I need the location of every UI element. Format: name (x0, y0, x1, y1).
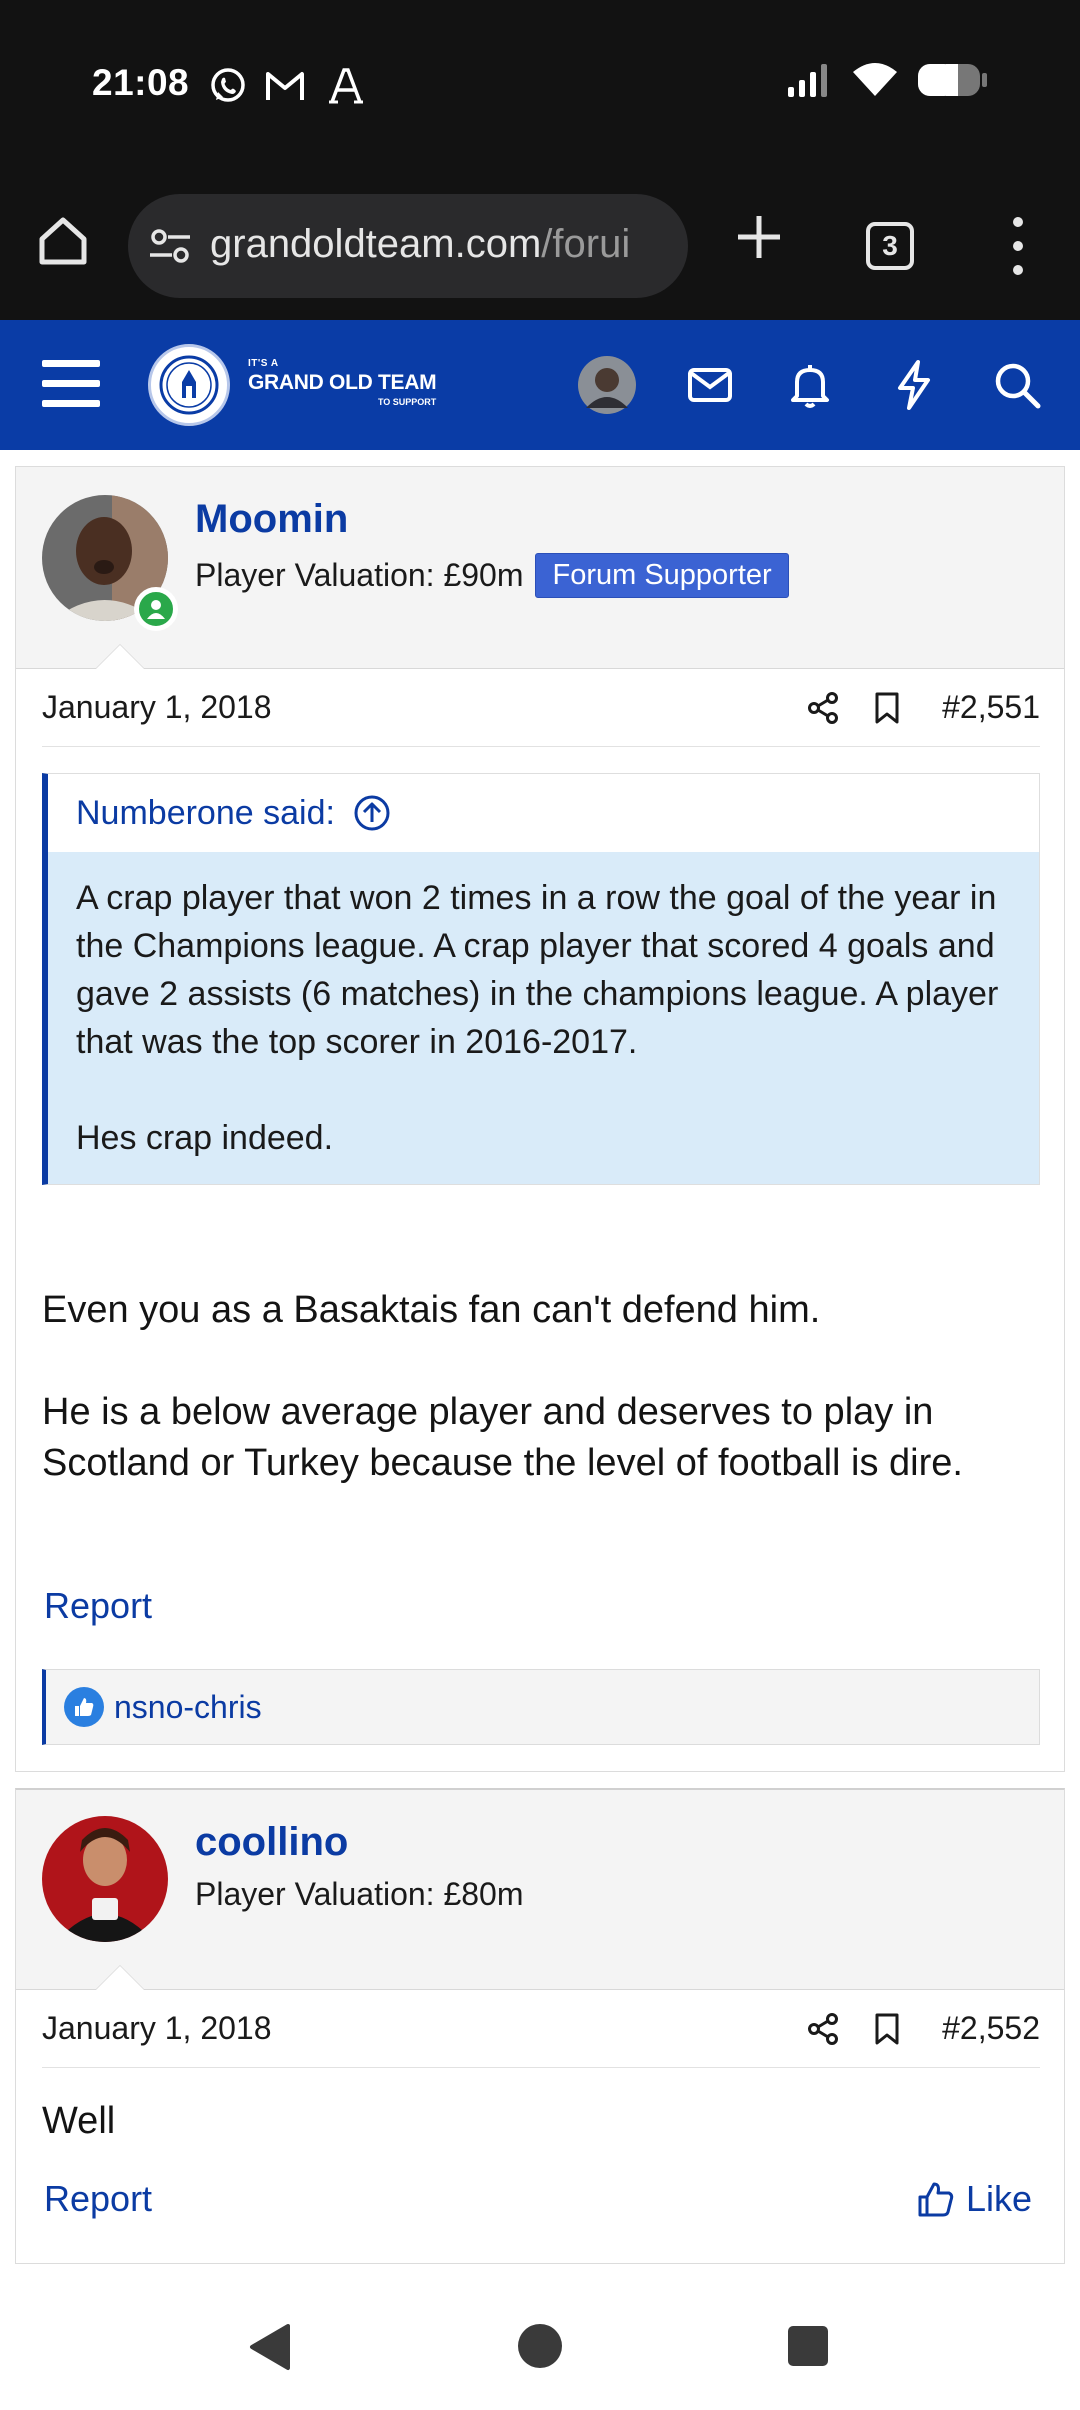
post-message: Well (42, 2100, 116, 2142)
post-date[interactable]: January 1, 2018 (42, 689, 774, 726)
share-icon[interactable] (806, 2012, 840, 2046)
browser-toolbar: grandoldteam.com/forui 3 (0, 170, 1080, 320)
logo-small-text: IT'S A (248, 358, 279, 369)
recent-apps-icon[interactable] (786, 2324, 830, 2368)
like-label: Like (966, 2178, 1033, 2219)
quote-text-2: Hes crap indeed. (76, 1119, 334, 1157)
gmail-icon (266, 72, 304, 100)
url-domain: grandoldteam.com (210, 222, 542, 266)
jump-to-quote-icon[interactable] (353, 794, 391, 832)
like-button[interactable]: Like (916, 2178, 1032, 2220)
home-icon[interactable] (34, 212, 92, 270)
quote-text: A crap player that won 2 times in a row … (76, 879, 999, 1061)
thumbs-up-icon (918, 2182, 954, 2217)
signal-icon (788, 64, 827, 97)
message-paragraph: Even you as a Basaktais fan can't defend… (42, 1289, 821, 1331)
post-card: coollino Player Valuation: £80m January … (15, 1788, 1065, 2264)
more-menu-icon[interactable] (1000, 214, 1036, 278)
site-settings-icon[interactable] (146, 222, 194, 270)
site-logo-crest[interactable] (148, 344, 230, 426)
system-navigation-bar (0, 2282, 1080, 2410)
valuation-text: Player Valuation: £90m (195, 557, 524, 593)
site-logo-text[interactable]: IT'S A GRAND OLD TEAM TO SUPPORT (248, 358, 437, 407)
tab-count: 3 (882, 230, 898, 261)
bookmark-icon[interactable] (872, 2012, 902, 2046)
username-link[interactable]: coollino (195, 1820, 348, 1865)
hamburger-menu-icon[interactable] (42, 360, 100, 408)
reaction-user[interactable]: nsno-chris (114, 1689, 262, 1726)
post-number[interactable]: #2,551 (942, 689, 1040, 726)
post-message: Even you as a Basaktais fan can't defend… (42, 1285, 1042, 1489)
post-meta-row: January 1, 2018 #2,552 (42, 1990, 1040, 2068)
user-avatar[interactable] (578, 356, 636, 414)
status-time: 21:08 (92, 62, 190, 103)
status-bar: 21:08 (0, 0, 1080, 170)
share-icon[interactable] (806, 691, 840, 725)
user-valuation: Player Valuation: £90m Forum Supporter (195, 553, 789, 598)
quote-header[interactable]: Numberone said: (48, 774, 1039, 852)
home-nav-icon[interactable] (516, 2322, 564, 2370)
logo-title: GRAND OLD TEAM (248, 371, 437, 394)
post-date[interactable]: January 1, 2018 (42, 2010, 774, 2047)
report-link[interactable]: Report (44, 1585, 152, 1627)
whats-new-bolt-icon[interactable] (885, 356, 943, 414)
battery-icon (918, 64, 987, 96)
reactions-bar[interactable]: nsno-chris (42, 1669, 1040, 1745)
user-valuation: Player Valuation: £80m (195, 1876, 524, 1912)
post-number[interactable]: #2,552 (942, 2010, 1040, 2047)
quote-author[interactable]: Numberone said: (76, 794, 335, 833)
address-bar[interactable]: grandoldteam.com/forui (128, 194, 688, 298)
notifications-bell-icon[interactable] (781, 356, 839, 414)
avatar[interactable] (42, 1816, 168, 1942)
whatsapp-icon (211, 68, 245, 102)
search-icon[interactable] (988, 356, 1046, 414)
url-path: /forui (541, 222, 631, 266)
logo-subtitle: TO SUPPORT (377, 397, 437, 407)
online-status-icon (134, 587, 178, 631)
post-card: Moomin Player Valuation: £90m Forum Suppo… (15, 466, 1065, 1772)
post-user-block: Moomin Player Valuation: £90m Forum Suppo… (16, 467, 1064, 669)
tab-switcher-button[interactable]: 3 (866, 222, 914, 270)
new-tab-icon[interactable] (730, 208, 788, 266)
quote-block: Numberone said: A crap player that won 2… (42, 773, 1040, 1185)
url-text[interactable]: grandoldteam.com/forui (210, 222, 630, 267)
report-link[interactable]: Report (44, 2178, 152, 2220)
username-link[interactable]: Moomin (195, 497, 348, 542)
bookmark-icon[interactable] (872, 691, 902, 725)
message-paragraph: He is a below average player and deserve… (42, 1391, 963, 1484)
translate-a-icon (329, 68, 363, 104)
like-reaction-icon (64, 1687, 104, 1727)
wifi-icon (853, 63, 897, 96)
post-user-block: coollino Player Valuation: £80m (16, 1790, 1064, 1990)
back-icon[interactable] (246, 2322, 292, 2372)
inbox-icon[interactable] (681, 356, 739, 414)
forum-supporter-badge: Forum Supporter (535, 553, 789, 598)
post-meta-row: January 1, 2018 #2,551 (42, 669, 1040, 747)
quote-body: A crap player that won 2 times in a row … (48, 852, 1039, 1184)
